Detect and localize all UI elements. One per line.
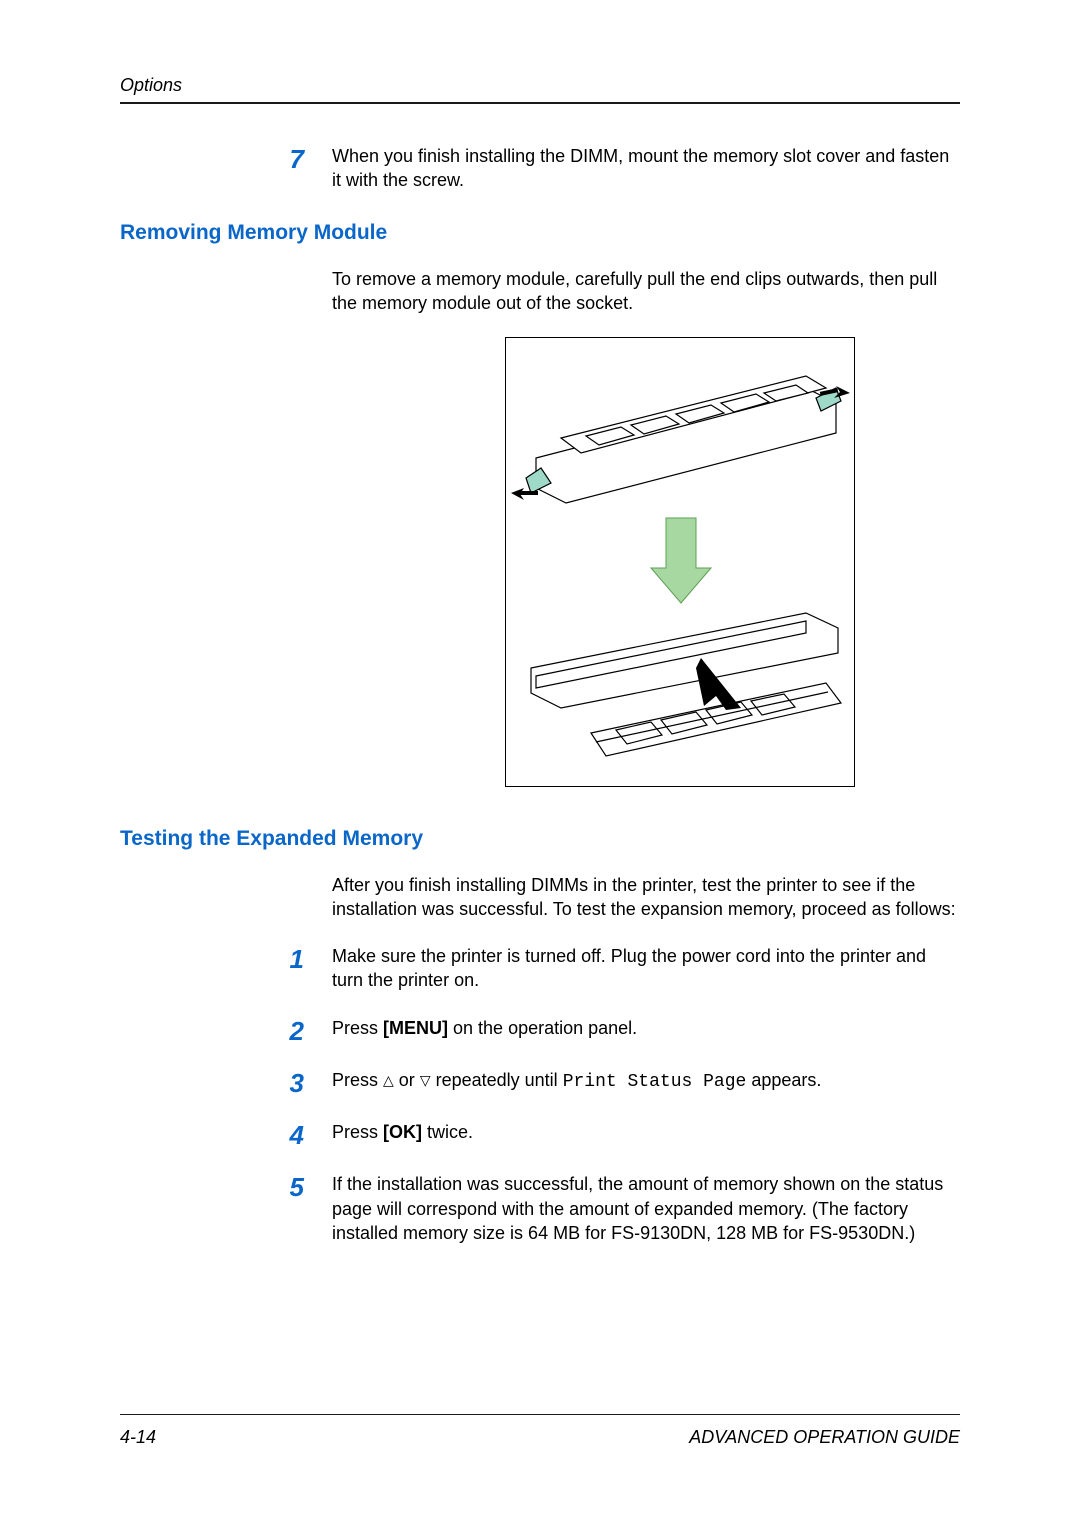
down-triangle-icon: ▽ [420, 1071, 431, 1090]
text: appears. [746, 1070, 821, 1090]
text: twice. [422, 1122, 473, 1142]
removing-para: To remove a memory module, carefully pul… [332, 267, 960, 316]
step-number: 7 [280, 144, 304, 193]
step-text: Press [OK] twice. [332, 1120, 473, 1148]
testing-intro-wrap: After you finish installing DIMMs in the… [332, 873, 960, 922]
text: Press [332, 1070, 383, 1090]
step-number: 1 [280, 944, 304, 993]
page: Options 7 When you finish installing the… [0, 0, 1080, 1528]
step-text: Press △ or ▽ repeatedly until Print Stat… [332, 1068, 821, 1096]
heading-testing: Testing the Expanded Memory [120, 827, 960, 851]
text: Press [332, 1122, 383, 1142]
step-number: 3 [280, 1068, 304, 1096]
step-7: 7 When you finish installing the DIMM, m… [280, 144, 960, 193]
step-number: 2 [280, 1016, 304, 1044]
memory-diagram [505, 337, 855, 787]
step-5: 5 If the installation was successful, th… [280, 1172, 960, 1245]
step-text: If the installation was successful, the … [332, 1172, 960, 1245]
text: on the operation panel. [448, 1018, 637, 1038]
step-2: 2 Press [MENU] on the operation panel. [280, 1016, 960, 1044]
step-text: Press [MENU] on the operation panel. [332, 1016, 637, 1044]
text: Press [332, 1018, 383, 1038]
step-4: 4 Press [OK] twice. [280, 1120, 960, 1148]
testing-intro: After you finish installing DIMMs in the… [332, 873, 960, 922]
header-rule [120, 102, 960, 104]
key-menu: [MENU] [383, 1018, 448, 1038]
footer-rule [120, 1414, 960, 1415]
up-triangle-icon: △ [383, 1071, 394, 1090]
page-number: 4-14 [120, 1427, 156, 1447]
step-text: Make sure the printer is turned off. Plu… [332, 944, 960, 993]
footer-book-title: ADVANCED OPERATION GUIDE [689, 1427, 960, 1448]
heading-removing: Removing Memory Module [120, 221, 960, 245]
step-text: When you finish installing the DIMM, mou… [332, 144, 960, 193]
code-print-status: Print Status Page [563, 1072, 747, 1092]
text: repeatedly until [431, 1070, 563, 1090]
body: 7 When you finish installing the DIMM, m… [220, 144, 960, 1245]
step-number: 4 [280, 1120, 304, 1148]
page-footer: 4-14 ADVANCED OPERATION GUIDE [120, 1414, 960, 1448]
figure-memory-removal [400, 337, 960, 787]
step-1: 1 Make sure the printer is turned off. P… [280, 944, 960, 993]
text: or [394, 1070, 420, 1090]
running-head: Options [120, 75, 960, 96]
removing-block: To remove a memory module, carefully pul… [332, 267, 960, 316]
page-header: Options [120, 75, 960, 104]
memory-svg [506, 338, 856, 788]
step-3: 3 Press △ or ▽ repeatedly until Print St… [280, 1068, 960, 1096]
step-number: 5 [280, 1172, 304, 1245]
key-ok: [OK] [383, 1122, 422, 1142]
